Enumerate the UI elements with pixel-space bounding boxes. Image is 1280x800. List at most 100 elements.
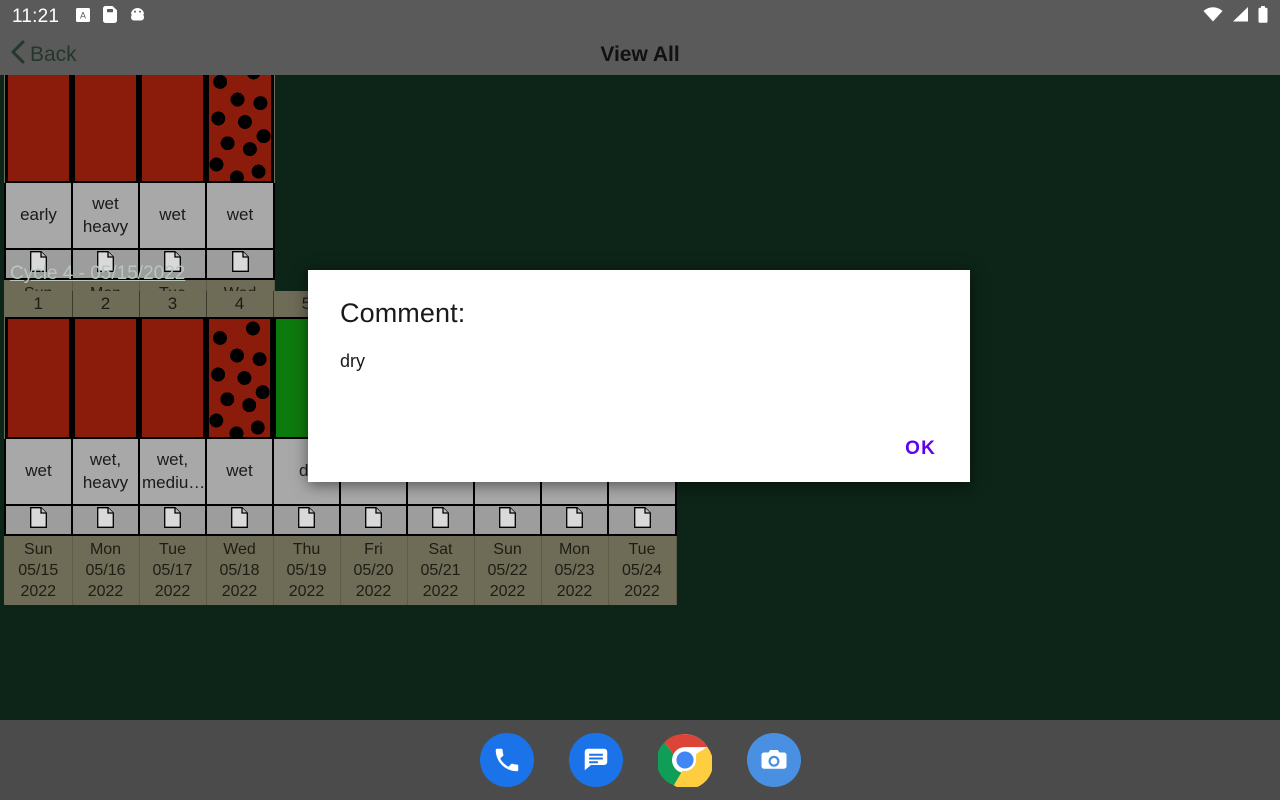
condition-cell[interactable]: wet, heavy: [71, 439, 140, 506]
year-label: 2022: [624, 583, 660, 601]
chevron-left-icon: [10, 40, 26, 69]
bar-cell[interactable]: [139, 75, 206, 183]
wifi-icon: [1203, 7, 1223, 27]
page-icon: [365, 507, 382, 533]
bar-cell[interactable]: [206, 75, 274, 183]
year-label: 2022: [288, 583, 325, 601]
note-cell[interactable]: [71, 505, 140, 536]
note-cell[interactable]: [473, 505, 542, 536]
page-icon: [97, 507, 114, 533]
note-cell[interactable]: [339, 505, 408, 536]
condition-cell[interactable]: wet, mediu…: [138, 439, 207, 506]
dot-overlay: [209, 319, 270, 437]
svg-text:A: A: [80, 10, 86, 20]
date-label: 05/18: [219, 561, 260, 579]
date-cell: Mon 05/23 2022: [541, 535, 609, 605]
text-row: early wet heavy wet wet: [4, 183, 275, 250]
condition-cell[interactable]: wet heavy: [71, 183, 140, 250]
condition-cell[interactable]: wet: [205, 439, 274, 506]
day-label: Sun: [493, 540, 522, 558]
bar-cell[interactable]: [5, 317, 72, 439]
date-label: 05/24: [621, 561, 663, 579]
day-label: Tue: [159, 540, 186, 558]
chrome-icon[interactable]: [657, 733, 712, 787]
condition-cell[interactable]: early: [4, 183, 73, 250]
cell-signal-icon: [1232, 7, 1249, 27]
dialog-title: Comment:: [340, 298, 466, 328]
bar-cell[interactable]: [72, 317, 139, 439]
note-row: [4, 505, 677, 536]
column-header: 2: [72, 291, 140, 317]
note-cell[interactable]: [406, 505, 475, 536]
battery-icon: [1258, 6, 1268, 28]
year-label: 2022: [489, 583, 526, 601]
date-label: 05/19: [286, 561, 327, 579]
navigation-dock: [0, 720, 1280, 800]
page-icon: [499, 507, 516, 533]
date-label: 05/17: [152, 561, 193, 579]
date-cell: Mon 05/16 2022: [72, 535, 140, 605]
date-label: 05/15: [18, 561, 59, 579]
page-icon: [298, 507, 315, 533]
column-header: 1: [5, 291, 73, 317]
phone-icon[interactable]: [479, 733, 534, 787]
year-label: 2022: [422, 583, 459, 601]
date-label: 05/23: [554, 561, 595, 579]
day-label: Sat: [428, 540, 453, 558]
note-cell[interactable]: [4, 505, 73, 536]
note-cell[interactable]: [272, 505, 341, 536]
condition-cell[interactable]: wet: [4, 439, 73, 506]
camera-icon[interactable]: [746, 733, 801, 787]
column-header: 4: [206, 291, 274, 317]
year-label: 2022: [154, 583, 191, 601]
date-cell: Tue 05/24 2022: [608, 535, 677, 605]
date-cell: Tue 05/17 2022: [139, 535, 207, 605]
note-cell[interactable]: [205, 505, 274, 536]
messages-icon[interactable]: [568, 733, 623, 787]
page-icon: [633, 507, 651, 533]
android-head-icon: [129, 6, 146, 28]
status-bar-clock: 11:21: [12, 6, 60, 27]
year-label: 2022: [355, 583, 392, 601]
dialog-message: dry: [340, 351, 366, 371]
note-cell[interactable]: [540, 505, 609, 536]
app-bar: Back View All: [0, 34, 1280, 75]
date-cell: Sun 05/15 2022: [5, 535, 73, 605]
back-button-label: Back: [30, 42, 77, 66]
year-label: 2022: [87, 583, 124, 601]
dialog-ok-button[interactable]: OK: [905, 438, 936, 460]
day-label: Sun: [24, 540, 53, 558]
date-label: 05/20: [353, 561, 394, 579]
year-label: 2022: [556, 583, 593, 601]
page-icon: [30, 507, 47, 533]
comment-dialog: Comment: dry OK: [308, 270, 970, 482]
dot-overlay: [209, 75, 271, 181]
bar-cell[interactable]: [139, 317, 206, 439]
date-label: 05/22: [487, 561, 528, 579]
page-icon: [432, 507, 449, 533]
date-row: Sun 05/15 2022 Mon 05/16 2022 Tue 05/17 …: [5, 535, 677, 605]
page-icon: [164, 507, 181, 533]
page-icon: [566, 507, 583, 533]
bar-row: [5, 75, 274, 183]
condition-cell[interactable]: wet: [205, 183, 275, 250]
date-cell: Fri 05/20 2022: [340, 535, 408, 605]
cycle-title-link[interactable]: Cycle 4 - 05/15/2022: [10, 263, 185, 285]
device-screen: 11:21 A Back View All early wet heavy we…: [0, 0, 1280, 800]
bar-cell[interactable]: [206, 317, 273, 439]
bar-cell[interactable]: [5, 75, 72, 183]
note-cell[interactable]: [138, 505, 207, 536]
note-cell[interactable]: [607, 505, 677, 536]
status-bar: 11:21 A: [0, 0, 1280, 34]
day-label: Tue: [628, 540, 656, 558]
bar-cell[interactable]: [72, 75, 139, 183]
dialog-actions: OK: [905, 438, 936, 460]
date-cell: Thu 05/19 2022: [273, 535, 341, 605]
back-button[interactable]: Back: [10, 40, 77, 69]
year-label: 2022: [221, 583, 258, 601]
day-label: Mon: [558, 540, 591, 558]
page-icon: [231, 507, 248, 533]
condition-cell[interactable]: wet: [138, 183, 207, 250]
day-label: Wed: [223, 540, 256, 558]
date-cell: Sat 05/21 2022: [407, 535, 475, 605]
